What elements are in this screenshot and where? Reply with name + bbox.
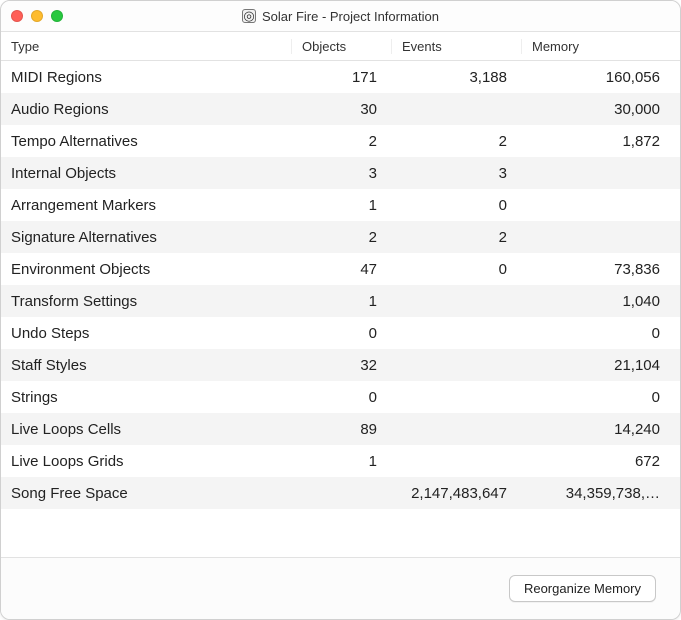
zoom-button[interactable] — [51, 10, 63, 22]
table-header: Type Objects Events Memory — [1, 31, 680, 61]
table-row[interactable]: Strings 0 0 — [1, 381, 680, 413]
header-objects[interactable]: Objects — [291, 39, 391, 54]
table-row[interactable]: Arrangement Markers 1 0 — [1, 189, 680, 221]
reorganize-memory-button[interactable]: Reorganize Memory — [509, 575, 656, 602]
table-body: MIDI Regions 171 3,188 160,056 Audio Reg… — [1, 61, 680, 557]
table-row[interactable]: Signature Alternatives 2 2 — [1, 221, 680, 253]
app-icon: ◎ — [242, 9, 256, 23]
table-row[interactable]: Song Free Space 2,147,483,647 34,359,738… — [1, 477, 680, 509]
cell-objects: 1 — [291, 197, 391, 214]
table-row[interactable]: Internal Objects 3 3 — [1, 157, 680, 189]
table-row[interactable]: Tempo Alternatives 2 2 1,872 — [1, 125, 680, 157]
table-row[interactable]: Staff Styles 32 21,104 — [1, 349, 680, 381]
cell-events: 3 — [391, 165, 521, 182]
traffic-lights — [11, 10, 63, 22]
cell-objects: 2 — [291, 229, 391, 246]
cell-type: Environment Objects — [1, 261, 291, 278]
cell-objects: 0 — [291, 325, 391, 342]
table-row[interactable]: MIDI Regions 171 3,188 160,056 — [1, 61, 680, 93]
cell-type: Live Loops Grids — [1, 453, 291, 470]
cell-objects: 0 — [291, 389, 391, 406]
cell-objects: 171 — [291, 69, 391, 86]
table-row[interactable]: Live Loops Grids 1 672 — [1, 445, 680, 477]
table-row[interactable]: Undo Steps 0 0 — [1, 317, 680, 349]
table-row[interactable]: Audio Regions 30 30,000 — [1, 93, 680, 125]
cell-memory: 73,836 — [521, 261, 680, 278]
cell-memory: 14,240 — [521, 421, 680, 438]
table-row[interactable]: Live Loops Cells 89 14,240 — [1, 413, 680, 445]
cell-events: 0 — [391, 261, 521, 278]
cell-type: Undo Steps — [1, 325, 291, 342]
cell-objects: 1 — [291, 453, 391, 470]
table-row[interactable]: Environment Objects 47 0 73,836 — [1, 253, 680, 285]
cell-memory: 1,040 — [521, 293, 680, 310]
cell-objects: 3 — [291, 165, 391, 182]
cell-memory: 34,359,738,… — [521, 485, 680, 502]
cell-type: Transform Settings — [1, 293, 291, 310]
cell-objects: 1 — [291, 293, 391, 310]
cell-memory: 672 — [521, 453, 680, 470]
cell-type: Tempo Alternatives — [1, 133, 291, 150]
cell-type: Audio Regions — [1, 101, 291, 118]
cell-objects: 47 — [291, 261, 391, 278]
cell-type: Strings — [1, 389, 291, 406]
cell-type: Song Free Space — [1, 485, 291, 502]
cell-memory: 160,056 — [521, 69, 680, 86]
cell-objects: 32 — [291, 357, 391, 374]
close-button[interactable] — [11, 10, 23, 22]
cell-objects: 30 — [291, 101, 391, 118]
table-row[interactable]: Transform Settings 1 1,040 — [1, 285, 680, 317]
cell-memory: 1,872 — [521, 133, 680, 150]
window-title-container: ◎ Solar Fire - Project Information — [1, 9, 680, 24]
cell-events: 0 — [391, 197, 521, 214]
cell-events: 3,188 — [391, 69, 521, 86]
cell-type: MIDI Regions — [1, 69, 291, 86]
cell-memory: 0 — [521, 389, 680, 406]
header-type[interactable]: Type — [1, 39, 291, 54]
titlebar: ◎ Solar Fire - Project Information — [1, 1, 680, 31]
cell-events: 2 — [391, 133, 521, 150]
cell-memory: 0 — [521, 325, 680, 342]
cell-type: Signature Alternatives — [1, 229, 291, 246]
minimize-button[interactable] — [31, 10, 43, 22]
footer: Reorganize Memory — [1, 557, 680, 619]
project-info-window: ◎ Solar Fire - Project Information Type … — [0, 0, 681, 620]
cell-type: Internal Objects — [1, 165, 291, 182]
cell-events: 2,147,483,647 — [391, 485, 521, 502]
cell-memory: 21,104 — [521, 357, 680, 374]
cell-objects: 89 — [291, 421, 391, 438]
cell-objects: 2 — [291, 133, 391, 150]
cell-memory: 30,000 — [521, 101, 680, 118]
cell-type: Live Loops Cells — [1, 421, 291, 438]
cell-type: Arrangement Markers — [1, 197, 291, 214]
header-memory[interactable]: Memory — [521, 39, 680, 54]
header-events[interactable]: Events — [391, 39, 521, 54]
cell-type: Staff Styles — [1, 357, 291, 374]
window-title: Solar Fire - Project Information — [262, 9, 439, 24]
cell-events: 2 — [391, 229, 521, 246]
